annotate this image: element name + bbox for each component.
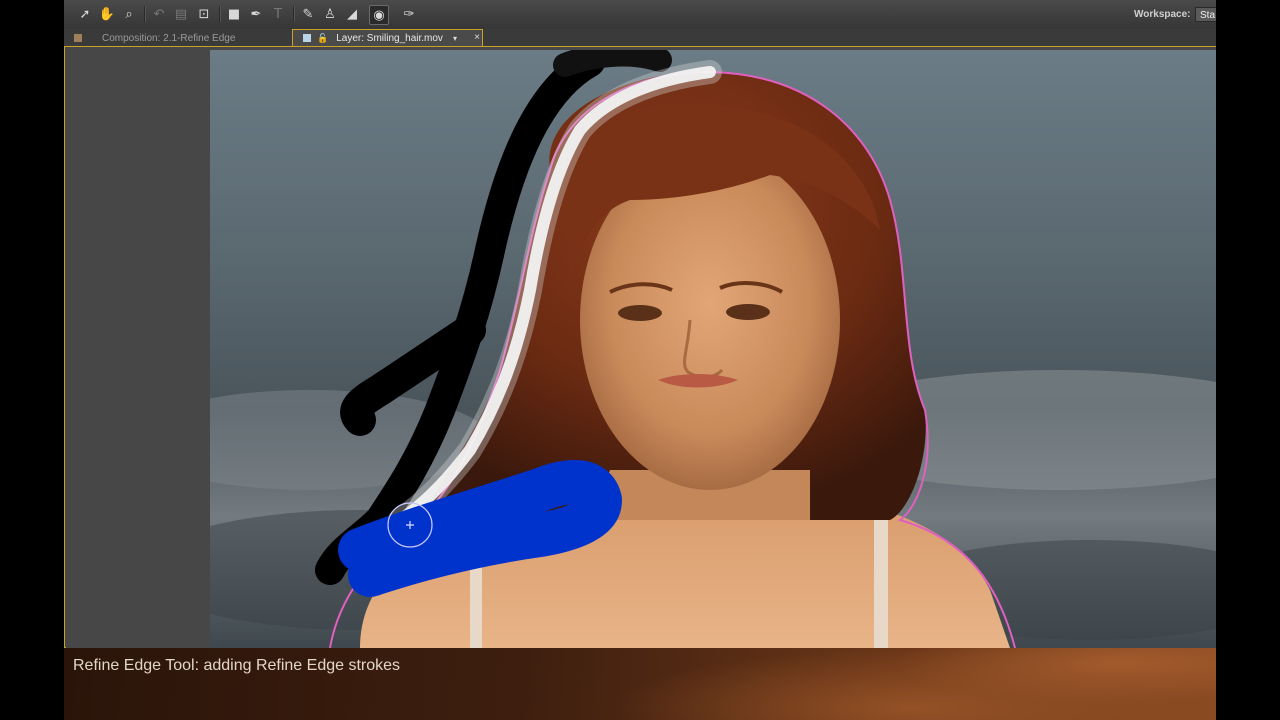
chevron-down-icon[interactable]: ▾ — [453, 34, 457, 43]
puppet-pin-icon[interactable]: ✑ — [400, 5, 418, 23]
toolbar-divider — [144, 6, 146, 22]
workspace-dropdown[interactable]: Sta — [1195, 7, 1216, 22]
tools-panel: ➚ ✋ ⌕ ↶ ▤ ⊡ ■ ✒ T ✎ ♙ ◢ ◉ ✑ Workspace: S… — [64, 0, 1216, 30]
tab-layer-label: Layer: Smiling_hair.mov — [336, 32, 443, 44]
layer-icon — [303, 34, 311, 42]
letterbox-left — [0, 0, 64, 720]
brush-icon[interactable]: ✎ — [299, 5, 317, 23]
close-icon[interactable]: × — [474, 32, 480, 44]
pan-behind-icon[interactable]: ⊡ — [195, 5, 213, 23]
caption-text: Refine Edge Tool: adding Refine Edge str… — [73, 657, 401, 674]
pen-icon[interactable]: ✒ — [247, 5, 265, 23]
composition-icon — [74, 34, 82, 42]
rectangle-mask-icon[interactable]: ■ — [225, 5, 243, 23]
text-icon[interactable]: T — [269, 5, 287, 23]
selection-arrow-icon[interactable]: ➚ — [76, 5, 94, 23]
refine-edge-stroke-black-top — [553, 50, 672, 77]
eye-left — [618, 305, 662, 321]
eye-right — [726, 304, 770, 320]
tab-layer[interactable]: 🔓 Layer: Smiling_hair.mov ▾ × — [292, 29, 483, 46]
layer-footage-canvas[interactable] — [210, 50, 1216, 648]
toolbar-divider — [293, 6, 295, 22]
hand-icon[interactable]: ✋ — [98, 5, 116, 23]
rotate-icon[interactable]: ↶ — [150, 5, 168, 23]
tab-composition-label: Composition: 2.1-Refine Edge — [102, 32, 236, 44]
letterbox-right — [1216, 0, 1280, 720]
strap-right — [874, 515, 888, 648]
workspace-label: Workspace: — [1134, 9, 1191, 20]
eraser-icon[interactable]: ◢ — [343, 5, 361, 23]
viewer-tab-bar: Composition: 2.1-Refine Edge 🔓 Layer: Sm… — [64, 29, 1216, 47]
footage-frame — [210, 50, 1216, 648]
lock-icon[interactable]: 🔓 — [317, 33, 328, 44]
toolbar-divider — [219, 6, 221, 22]
clone-stamp-icon[interactable]: ♙ — [321, 5, 339, 23]
zoom-icon[interactable]: ⌕ — [120, 5, 138, 23]
tab-composition[interactable]: Composition: 2.1-Refine Edge — [74, 29, 235, 47]
after-effects-window: ➚ ✋ ⌕ ↶ ▤ ⊡ ■ ✒ T ✎ ♙ ◢ ◉ ✑ Workspace: S… — [64, 0, 1216, 720]
camera-icon[interactable]: ▤ — [172, 5, 190, 23]
video-caption-bar: Refine Edge Tool: adding Refine Edge str… — [64, 648, 1216, 720]
roto-brush-icon[interactable]: ◉ — [369, 5, 389, 25]
viewer-pasteboard — [66, 49, 211, 649]
